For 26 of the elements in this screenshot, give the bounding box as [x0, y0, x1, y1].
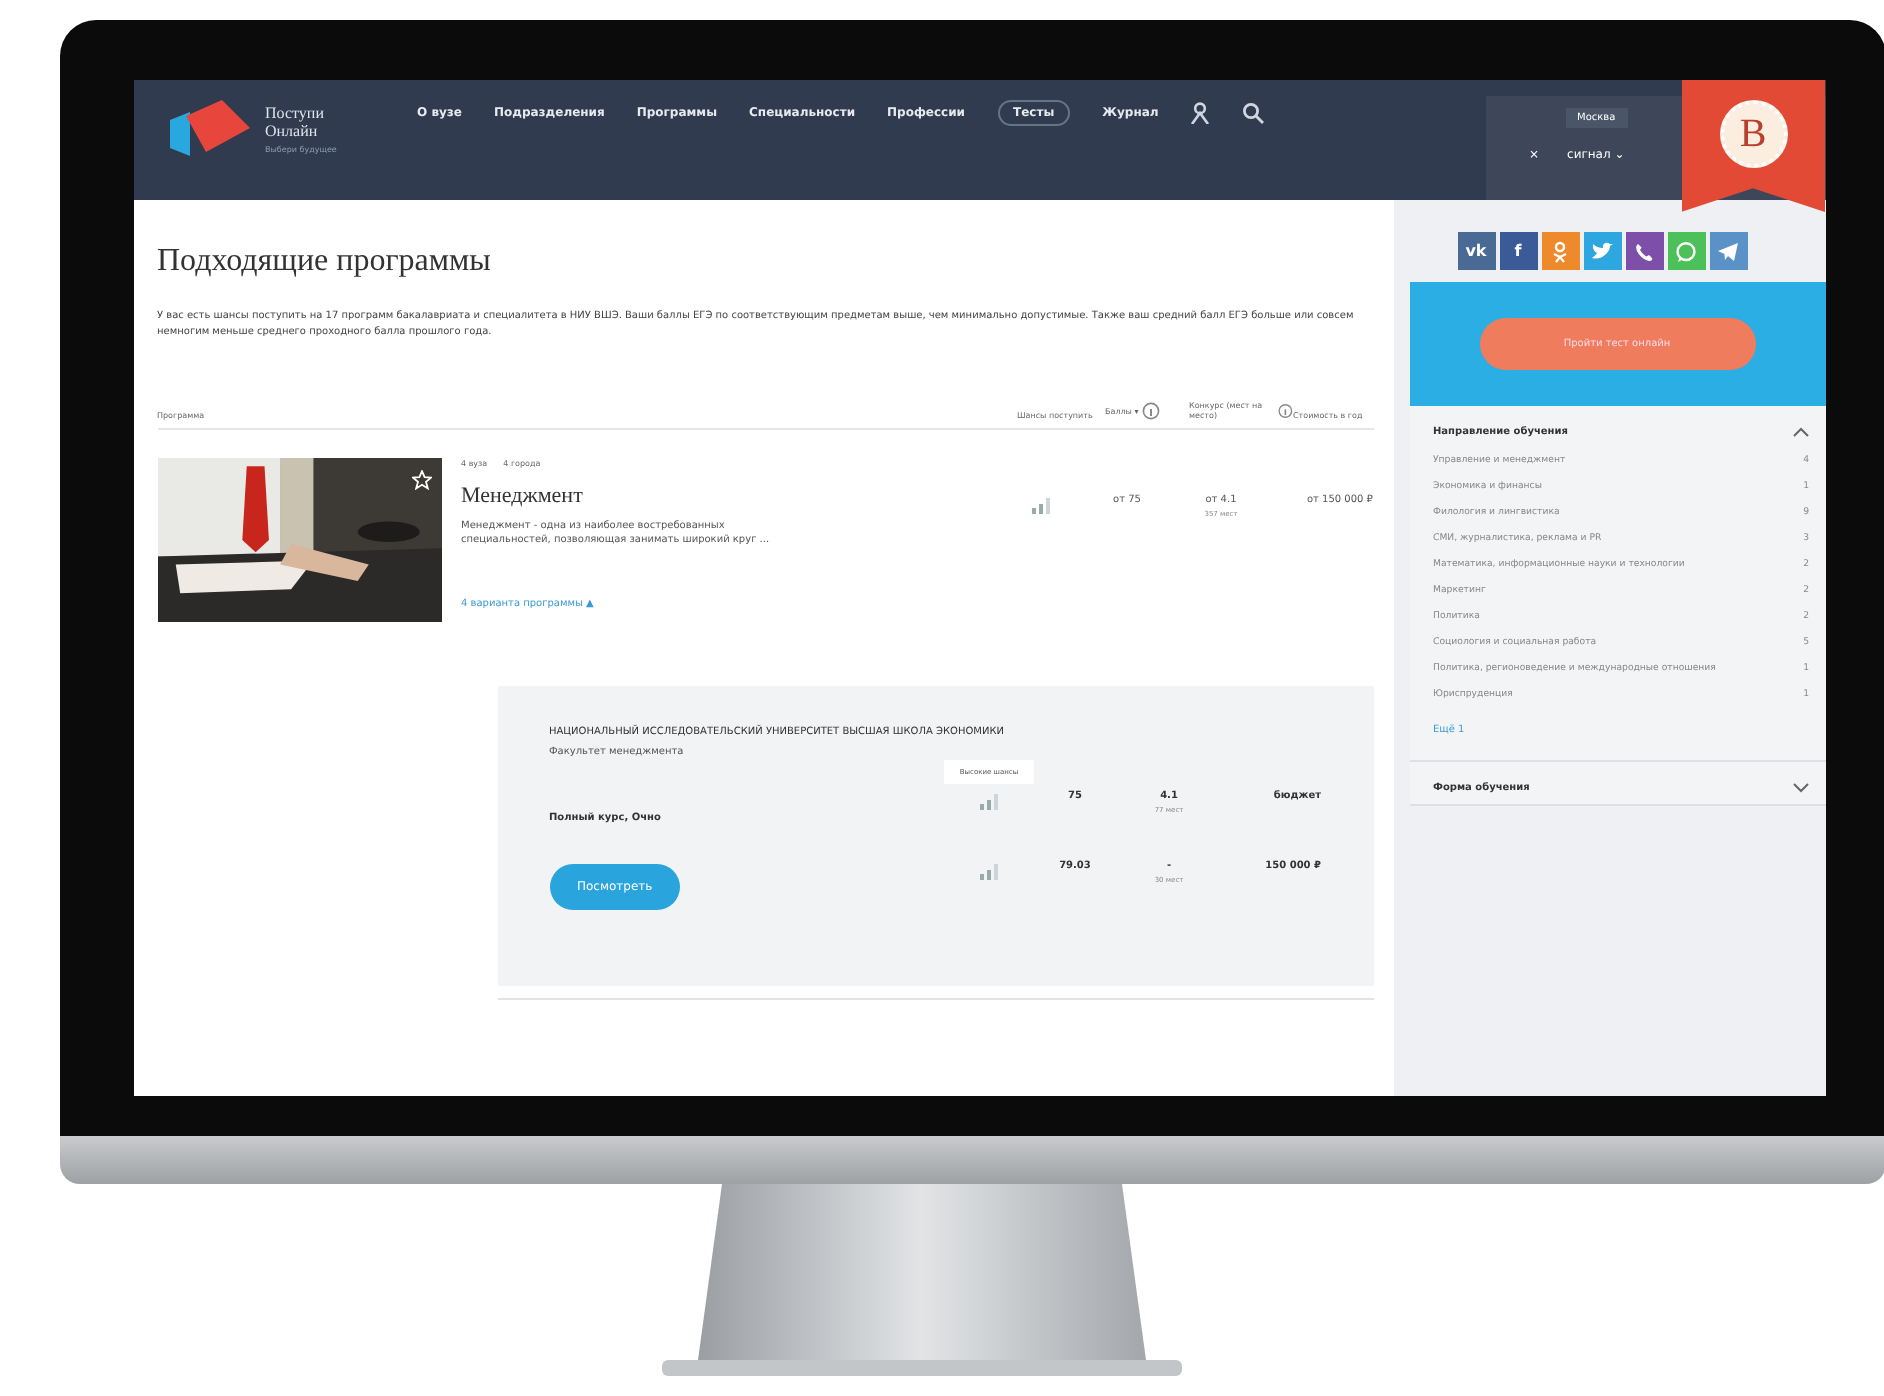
chevron-up-icon[interactable]: [1791, 426, 1809, 438]
share-button[interactable]: [1709, 232, 1747, 270]
share-button[interactable]: f: [1499, 232, 1537, 270]
logo-title[interactable]: Поступи: [265, 103, 337, 121]
twitter-icon[interactable]: [1590, 239, 1614, 263]
share-button[interactable]: [1541, 232, 1579, 270]
program-title[interactable]: Менеджмент: [461, 484, 921, 508]
user-icon[interactable]: [1190, 102, 1211, 124]
share-button[interactable]: [1625, 232, 1663, 270]
telegram-icon[interactable]: [1716, 239, 1740, 263]
chevron-down-icon[interactable]: [1791, 782, 1809, 794]
page-title: Подходящие программы: [157, 244, 493, 280]
chance-bars-icon: [1029, 494, 1053, 514]
badge-logo: В: [1719, 100, 1787, 168]
info-icon[interactable]: [1278, 401, 1293, 419]
star-icon[interactable]: [411, 470, 431, 490]
chance-bars-icon: [977, 860, 1001, 880]
share-button[interactable]: [1583, 232, 1621, 270]
share-button[interactable]: vk: [1457, 232, 1495, 270]
chance-bars-icon: [977, 790, 1001, 810]
whatsapp-icon[interactable]: [1674, 239, 1698, 263]
logo-title[interactable]: Онлайн: [265, 121, 337, 139]
info-icon[interactable]: [1142, 402, 1161, 420]
viber-icon[interactable]: [1632, 239, 1656, 263]
ok-icon[interactable]: [1548, 239, 1572, 263]
search-icon[interactable]: [1242, 102, 1265, 124]
